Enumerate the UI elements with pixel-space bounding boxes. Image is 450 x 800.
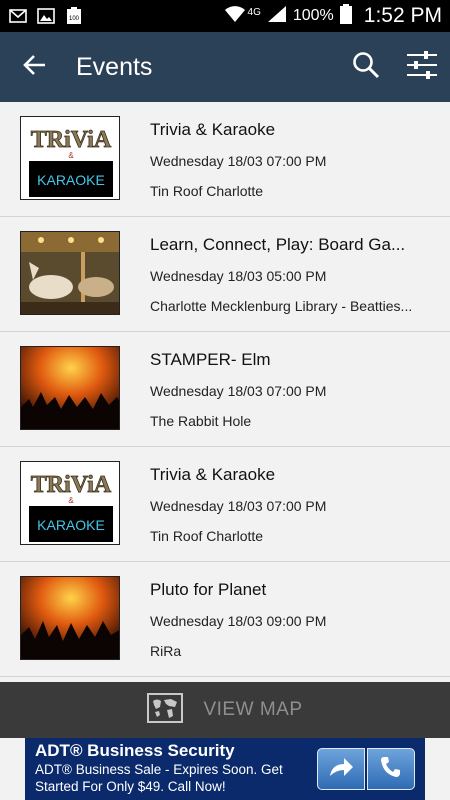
event-title: STAMPER- Elm xyxy=(150,350,271,369)
clock: 1:52 PM xyxy=(363,4,442,27)
battery-percent: 100% xyxy=(292,7,334,24)
event-list-item[interactable]: Pluto for Planet Wednesday 18/03 09:00 P… xyxy=(0,562,450,677)
status-indicators: 4G 100% 1:52 PM xyxy=(224,3,442,29)
svg-text:100: 100 xyxy=(69,16,80,22)
search-icon xyxy=(352,51,380,84)
battery-full-notification-icon: 100 xyxy=(64,7,84,25)
event-datetime: Wednesday 18/03 07:00 PM xyxy=(150,153,327,169)
arrow-left-icon xyxy=(23,54,47,81)
event-title: Trivia & Karaoke xyxy=(150,465,276,484)
event-list-item[interactable]: TRiViA & KARAOKE Trivia & Karaoke Wednesda… xyxy=(0,102,450,217)
carousel-thumbnail xyxy=(20,231,120,315)
ad-forward-button[interactable] xyxy=(317,748,365,790)
ad-call-button[interactable] xyxy=(367,748,415,790)
phone-icon xyxy=(379,755,403,784)
concert-thumbnail xyxy=(20,346,120,430)
back-button[interactable] xyxy=(0,32,70,102)
event-venue: Charlotte Mecklenburg Library - Beatties… xyxy=(150,298,413,314)
event-title: Pluto for Planet xyxy=(150,580,267,599)
notification-icons: 100 xyxy=(8,7,84,25)
event-title: Learn, Connect, Play: Board Ga... xyxy=(150,235,406,254)
event-list-item[interactable]: STAMPER- Elm Wednesday 18/03 07:00 PM Th… xyxy=(0,332,450,447)
svg-text:&: & xyxy=(68,151,74,160)
app-bar: Events xyxy=(0,32,450,102)
view-map-label: VIEW MAP xyxy=(203,699,303,720)
svg-text:TRiViA: TRiViA xyxy=(31,127,112,153)
view-map-button[interactable]: VIEW MAP xyxy=(0,682,450,738)
concert-thumbnail xyxy=(20,576,120,660)
event-list-item[interactable]: Learn, Connect, Play: Board Ga... Wednes… xyxy=(0,217,450,332)
event-venue: Tin Roof Charlotte xyxy=(150,183,264,199)
ad-banner[interactable]: ADT® Business Security ADT® Business Sal… xyxy=(25,738,425,800)
event-datetime: Wednesday 18/03 09:00 PM xyxy=(150,613,327,629)
filter-button[interactable] xyxy=(394,32,450,102)
svg-text:KARAOKE: KARAOKE xyxy=(37,517,105,533)
event-title: Trivia & Karaoke xyxy=(150,120,276,139)
network-type-label: 4G xyxy=(247,6,261,18)
event-venue: Tin Roof Charlotte xyxy=(150,528,264,544)
svg-text:TRiViA: TRiViA xyxy=(31,472,112,498)
events-list[interactable]: TRiViA & KARAOKE Trivia & Karaoke Wednesda… xyxy=(0,102,450,682)
ad-body: ADT® Business Sale - Expires Soon. Get S… xyxy=(35,762,283,794)
image-notification-icon xyxy=(36,7,56,25)
world-map-icon xyxy=(147,692,184,728)
forward-arrow-icon xyxy=(328,756,354,783)
wifi-icon xyxy=(224,5,246,28)
event-datetime: Wednesday 18/03 07:00 PM xyxy=(150,383,327,399)
battery-icon xyxy=(339,3,352,29)
signal-icon xyxy=(267,5,287,28)
event-venue: RiRa xyxy=(150,643,182,659)
event-list-item[interactable]: TRiViA & KARAOKE Trivia & Karaoke Wednesda… xyxy=(0,447,450,562)
event-datetime: Wednesday 18/03 07:00 PM xyxy=(150,498,327,514)
sliders-icon xyxy=(406,50,438,85)
search-button[interactable] xyxy=(338,32,394,102)
event-datetime: Wednesday 18/03 05:00 PM xyxy=(150,268,327,284)
trivia-karaoke-thumbnail: TRiViA & KARAOKE xyxy=(20,461,120,545)
trivia-karaoke-thumbnail: TRiViA & KARAOKE xyxy=(20,116,120,200)
ad-margin-right xyxy=(425,738,450,800)
email-notification-icon xyxy=(8,7,28,25)
page-title: Events xyxy=(76,52,153,81)
event-venue: The Rabbit Hole xyxy=(150,413,252,429)
svg-text:&: & xyxy=(68,496,74,505)
status-bar: 100 4G 100% 1:52 PM xyxy=(0,0,450,32)
svg-text:KARAOKE: KARAOKE xyxy=(37,172,105,188)
ad-margin-left xyxy=(0,738,25,800)
